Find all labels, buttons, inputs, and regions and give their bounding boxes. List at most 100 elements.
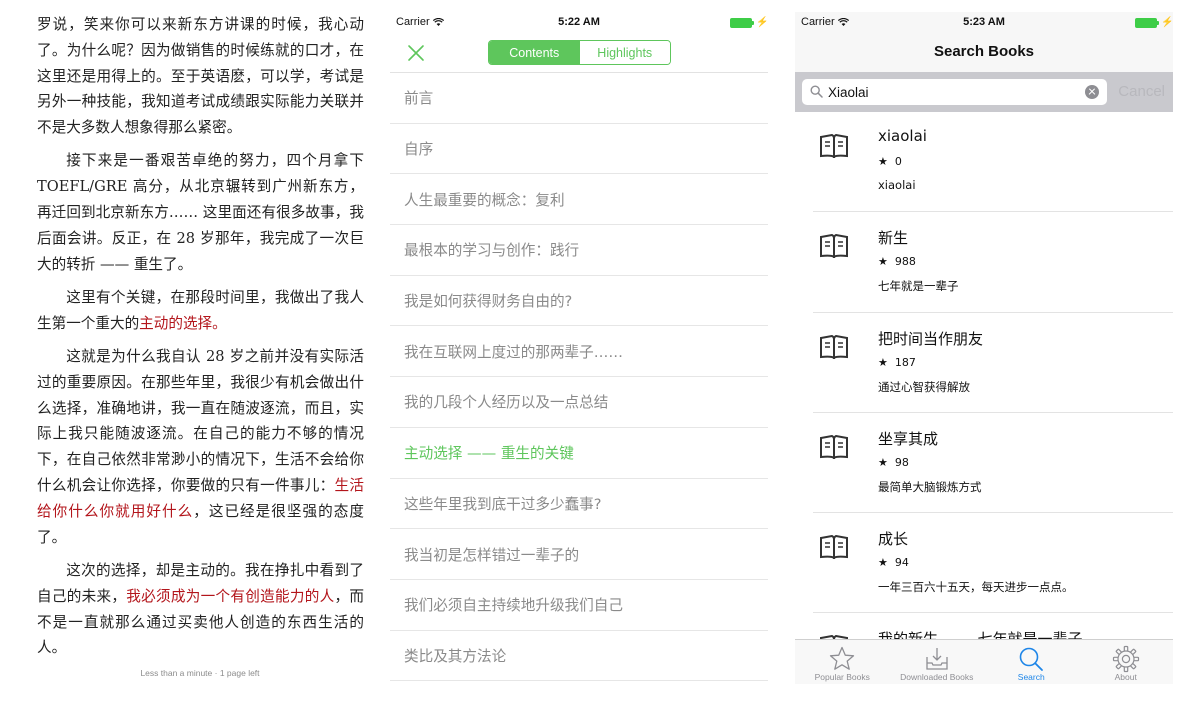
chapter-title: 人生最重要的概念：复利: [404, 191, 565, 209]
page-title: Search Books: [933, 43, 1035, 60]
book-description: 通过心智获得解放: [878, 379, 970, 394]
star-count-value: 0: [894, 155, 902, 168]
book-title: 成长: [878, 530, 909, 549]
star-icon: ★: [878, 455, 888, 469]
book-icon: [819, 234, 849, 260]
search-result-row[interactable]: 坐享其成 ★ 98 最简单大脑锻炼方式: [795, 413, 1173, 514]
book-title: 新生: [878, 229, 909, 248]
reader-paragraph: 罗说，笑来你可以来新东方讲课的时候，我心动了。为什么呢？因为做销售的时候练就的口…: [37, 12, 364, 141]
chapter-title: 自序: [404, 141, 434, 159]
paragraph-text: 罗说，笑来你可以来新东方讲课的时候，我心动了。为什么呢？因为做销售的时候练就的口…: [37, 16, 364, 137]
chapter-title: 我当初是怎样错过一辈子的: [404, 546, 580, 564]
star-icon: ★: [878, 355, 888, 369]
star-count-value: 94: [894, 556, 909, 570]
tab-label: Search: [1017, 672, 1045, 682]
paragraph-text: 这就是为什么我自认 28 岁之前并没有实际活过的重要原因。在那些年里，我很少有机…: [37, 348, 364, 495]
search-result-row[interactable]: 成长 ★ 94 一年三百六十五天，每天进步一点点。: [795, 513, 1173, 614]
chapter-title: 我是如何获得财务自由的?: [404, 293, 573, 311]
chapter-item[interactable]: 自序: [390, 124, 768, 175]
book-icon: [819, 535, 849, 561]
status-time: 5:23 AM: [963, 16, 1005, 28]
reader-paragraph: 这次的选择，却是主动的。我在挣扎中看到了自己的未来，我必须成为一个有创造能力的人…: [37, 558, 364, 661]
tab-label: Popular Books: [814, 672, 870, 682]
magnifier-icon: [810, 85, 823, 98]
star-count: ★ 988: [878, 255, 916, 268]
star-count-value: 187: [894, 355, 916, 369]
tab-about[interactable]: About: [1079, 640, 1174, 684]
chapter-item-current[interactable]: 主动选择 —— 重生的关键: [390, 428, 768, 479]
chapter-item[interactable]: 我的几段个人经历以及一点总结: [390, 377, 768, 428]
chapter-item[interactable]: 我在互联网上度过的那两辈子……: [390, 326, 768, 378]
chapter-item[interactable]: 类比及其方法论: [390, 631, 768, 682]
star-count: ★ 187: [878, 356, 916, 369]
battery-icon: ⚡: [1135, 17, 1173, 28]
search-results: xiaolai ★ 0 xiaolai 新生 ★ 988 七年就是一辈子 把时间当作朋友 ★ 187…: [795, 112, 1173, 640]
chapter-title: 最根本的学习与创作：践行: [404, 242, 580, 260]
book-description: 一年三百六十五天，每天进步一点点。: [878, 580, 1074, 595]
contents-panel: Carrier 5:22 AM ⚡ Contents Highlights 前言…: [390, 12, 768, 702]
chapter-title: 这些年里我到底干过多少蠢事?: [404, 495, 602, 513]
segment-contents[interactable]: Contents: [489, 41, 580, 64]
search-result-row[interactable]: xiaolai ★ 0 xiaolai: [795, 112, 1173, 213]
chapter-item[interactable]: 人生最重要的概念：复利: [390, 174, 768, 226]
star-count-value: 98: [894, 455, 909, 469]
star-count: ★ 98: [878, 456, 909, 469]
tab-downloaded-books[interactable]: Downloaded Books: [890, 640, 985, 684]
chapter-list: 前言自序人生最重要的概念：复利 最根本的学习与创作：践行 我是如何获得财务自由的? 我…: [390, 72, 768, 682]
chapter-item[interactable]: 我当初是怎样错过一辈子的: [390, 529, 768, 580]
close-icon[interactable]: [405, 42, 427, 64]
search-result-row[interactable]: 把时间当作朋友 ★ 187 通过心智获得解放: [795, 313, 1173, 413]
chapter-title: 我们必须自主持续地升级我们自己: [404, 597, 623, 615]
star-icon: ★: [878, 556, 888, 570]
tab-label: Downloaded Books: [900, 672, 974, 682]
tab-label: About: [1114, 672, 1137, 682]
status-time: 5:22 AM: [558, 16, 600, 28]
reader-paragraph: 接下来是一番艰苦卓绝的努力，四个月拿下 TOEFL/GRE 高分，从北京辗转到广…: [37, 148, 364, 277]
chapter-title: 类比及其方法论: [404, 647, 507, 665]
tab-bar: Popular Books Downloaded Books Search About: [795, 639, 1173, 684]
book-title: 坐享其成: [878, 429, 939, 448]
star-icon: ★: [878, 255, 888, 269]
search-input[interactable]: [828, 82, 1078, 102]
reading-progress: Less than a minute · 1 page left: [140, 668, 260, 678]
chapter-title: 前言: [404, 90, 434, 108]
tab-search[interactable]: Search: [984, 640, 1079, 684]
book-description: 最简单大脑锻炼方式: [878, 479, 982, 494]
reader-paragraph: 这就是为什么我自认 28 岁之前并没有实际活过的重要原因。在那些年里，我很少有机…: [37, 344, 364, 550]
reader-text: 罗说，笑来你可以来新东方讲课的时候，我心动了。为什么呢？因为做销售的时候练就的口…: [37, 12, 364, 666]
book-title: 把时间当作朋友: [878, 329, 984, 348]
battery-icon: ⚡: [730, 17, 768, 28]
search-panel: Carrier 5:23 AM ⚡ Search Books Cancel xi…: [795, 12, 1173, 684]
chapter-item[interactable]: 这些年里我到底干过多少蠢事?: [390, 479, 768, 530]
highlighted-text[interactable]: 主动的选择。: [139, 315, 227, 332]
star-count-value: 988: [894, 255, 916, 269]
book-description: xiaolai: [878, 178, 916, 192]
book-title: xiaolai: [878, 127, 927, 145]
book-icon: [819, 334, 849, 361]
clear-search-icon[interactable]: [1085, 85, 1099, 99]
chapter-item[interactable]: 我们必须自主持续地升级我们自己: [390, 580, 768, 631]
search-result-row[interactable]: 我的新生 —— 七年就是一辈子: [795, 613, 1173, 640]
search-bar: Cancel: [795, 72, 1173, 112]
status-bar: Carrier 5:23 AM ⚡: [795, 12, 1173, 34]
contents-highlights-toggle: Contents Highlights: [488, 40, 671, 65]
cancel-button[interactable]: Cancel: [1118, 83, 1165, 100]
chapter-title: 我的几段个人经历以及一点总结: [404, 394, 609, 412]
tab-popular-books[interactable]: Popular Books: [795, 640, 890, 684]
book-icon: [819, 434, 849, 461]
star-count: ★ 94: [878, 556, 909, 569]
book-icon: [819, 133, 849, 160]
chapter-item[interactable]: 最根本的学习与创作：践行: [390, 225, 768, 276]
search-field: [802, 79, 1107, 105]
chapter-item[interactable]: 我是如何获得财务自由的?: [390, 276, 768, 327]
reader-paragraph: 这里有个关键，在那段时间里，我做出了我人生第一个重大的主动的选择。: [37, 285, 364, 337]
search-result-row[interactable]: 新生 ★ 988 七年就是一辈子: [795, 212, 1173, 313]
paragraph-text: 接下来是一番艰苦卓绝的努力，四个月拿下 TOEFL/GRE 高分，从北京辗转到广…: [37, 152, 364, 273]
segment-highlights[interactable]: Highlights: [579, 41, 670, 64]
chapter-title: 我在互联网上度过的那两辈子……: [404, 343, 623, 361]
navigation-bar: Carrier 5:23 AM ⚡ Search Books: [795, 12, 1173, 72]
status-bar: Carrier 5:22 AM ⚡: [390, 12, 768, 34]
chapter-title: 主动选择 —— 重生的关键: [404, 445, 574, 463]
chapter-item[interactable]: 前言: [390, 73, 768, 124]
highlighted-text[interactable]: 我必须成为一个有创造能力的人: [126, 588, 334, 605]
